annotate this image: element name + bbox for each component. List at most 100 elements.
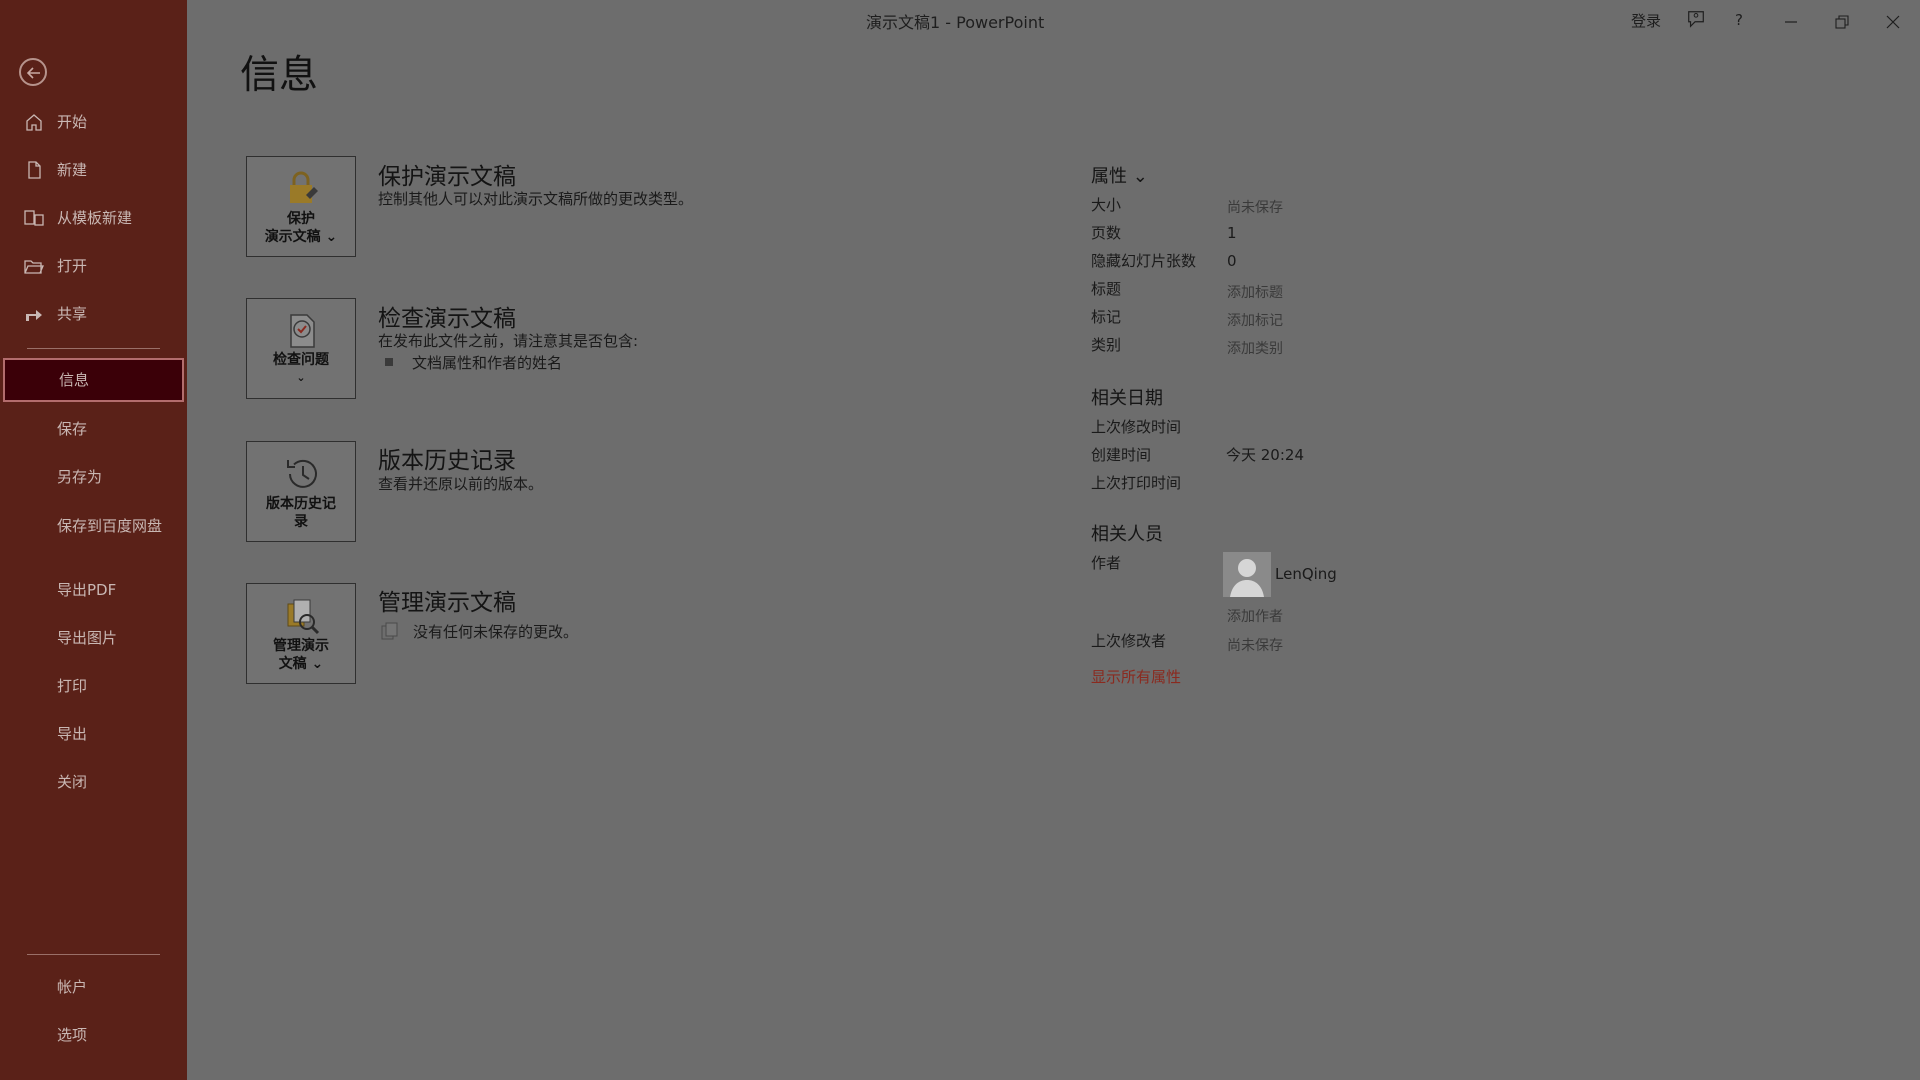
card-label: 版本历史记 [266, 496, 336, 512]
prop-value-pages: 1 [1227, 224, 1237, 242]
card-label: 演示文稿 ⌄ [264, 229, 338, 245]
prop-label-size: 大小 [1091, 196, 1122, 214]
prop-label-last-modified-by: 上次修改者 [1091, 632, 1167, 650]
document-stack-icon [381, 622, 398, 640]
backstage-sidebar: 开始 新建 从模板新建 打开 共享 信息 保存 另存为 保存到百度网盘 导出PD… [0, 0, 187, 1080]
nav-label: 从模板新建 [57, 209, 133, 227]
manage-presentation-button[interactable]: 管理演示 文稿 ⌄ [246, 583, 356, 684]
feedback-icon[interactable] [1685, 9, 1707, 29]
minimize-icon[interactable] [1783, 12, 1799, 32]
nav-save-to-baidu[interactable]: 保存到百度网盘 [0, 505, 187, 561]
prop-label-pages: 页数 [1091, 224, 1122, 242]
nav-label: 关闭 [57, 773, 88, 791]
nav-label: 另存为 [57, 468, 103, 486]
nav-info[interactable]: 信息 [3, 358, 184, 402]
manage-document-icon [287, 599, 320, 635]
nav-label: 保存 [57, 420, 88, 438]
related-dates-header: 相关日期 [1091, 388, 1163, 409]
prop-value-size: 尚未保存 [1227, 200, 1283, 216]
nav-label: 打印 [57, 677, 88, 695]
window-title: 演示文稿1 - PowerPoint [866, 13, 1045, 32]
nav-options[interactable]: 选项 [0, 1015, 187, 1055]
prop-label-author: 作者 [1091, 554, 1122, 572]
version-history-button[interactable]: 版本历史记 录 [246, 441, 356, 542]
nav-label: 导出PDF [57, 581, 117, 599]
card-title: 保护演示文稿 [378, 164, 516, 190]
author-name[interactable]: LenQing [1275, 565, 1337, 583]
prop-label-hidden-slides: 隐藏幻灯片张数 [1091, 252, 1197, 270]
share-icon [26, 310, 42, 321]
prop-label-created: 创建时间 [1091, 446, 1152, 464]
nav-label: 导出 [57, 725, 88, 743]
back-arrow-icon [26, 67, 40, 79]
card-label: 文稿 ⌄ [278, 656, 324, 672]
nav-save-as[interactable]: 另存为 [0, 457, 187, 497]
nav-label: 打开 [57, 257, 88, 275]
sidebar-divider [27, 954, 160, 955]
home-icon [26, 114, 42, 131]
person-icon [1230, 559, 1264, 597]
nav-label: 开始 [57, 113, 88, 131]
nav-from-template[interactable]: 从模板新建 [0, 198, 187, 238]
nav-home[interactable]: 开始 [0, 102, 187, 142]
page-title: 信息 [240, 53, 319, 98]
nav-save[interactable]: 保存 [0, 409, 187, 449]
nav-label: 帐户 [57, 978, 88, 996]
nav-account[interactable]: 帐户 [0, 967, 187, 1007]
card-label: 保护 [287, 211, 315, 227]
prop-value-title-input[interactable]: 添加标题 [1227, 282, 1283, 302]
inspect-document-icon [290, 314, 315, 348]
close-icon[interactable] [1885, 12, 1901, 32]
card-label: ⌄ [296, 371, 306, 384]
prop-value-tags-input[interactable]: 添加标记 [1227, 310, 1283, 330]
nav-share[interactable]: 共享 [0, 294, 187, 334]
nav-close[interactable]: 关闭 [0, 762, 187, 802]
nav-label: 新建 [57, 161, 88, 179]
nav-open[interactable]: 打开 [0, 246, 187, 286]
show-all-properties-link[interactable]: 显示所有属性 [1091, 666, 1181, 687]
prop-label-title: 标题 [1091, 280, 1122, 298]
nav-export-image[interactable]: 导出图片 [0, 618, 187, 658]
history-clock-icon [287, 459, 317, 488]
bullet-icon [385, 358, 393, 366]
prop-value-hidden-slides: 0 [1227, 252, 1237, 270]
prop-value-created: 今天 20:24 [1226, 446, 1304, 464]
prop-label-last-modified: 上次修改时间 [1091, 418, 1182, 436]
svg-text:?: ? [1735, 11, 1743, 29]
card-title: 管理演示文稿 [378, 590, 516, 616]
restore-icon[interactable] [1834, 12, 1850, 32]
nav-label: 选项 [57, 1026, 88, 1044]
nav-new[interactable]: 新建 [0, 150, 187, 190]
nav-label: 保存到百度网盘 [57, 517, 163, 535]
back-button[interactable] [19, 58, 47, 86]
card-label: 录 [294, 514, 308, 530]
nav-label: 信息 [59, 371, 90, 389]
related-people-header: 相关人员 [1091, 524, 1163, 545]
prop-value-last-modified-by: 尚未保存 [1227, 638, 1283, 654]
nav-print[interactable]: 打印 [0, 666, 187, 706]
help-icon[interactable]: ? [1731, 10, 1749, 30]
card-label: 管理演示 [273, 638, 329, 654]
protect-presentation-button[interactable]: 保护 演示文稿 ⌄ [246, 156, 356, 257]
card-description: 在发布此文件之前，请注意其是否包含: [378, 332, 639, 350]
sidebar-divider [27, 348, 160, 349]
nav-label: 共享 [57, 305, 88, 323]
nav-export-pdf[interactable]: 导出PDF [0, 570, 187, 610]
new-doc-icon [28, 161, 41, 179]
card-description: 控制其他人可以对此演示文稿所做的更改类型。 [378, 190, 694, 208]
check-issues-button[interactable]: 检查问题 ⌄ [246, 298, 356, 399]
prop-value-category-input[interactable]: 添加类别 [1227, 338, 1283, 358]
add-author-input[interactable]: 添加作者 [1227, 606, 1283, 626]
avatar [1223, 552, 1271, 597]
template-icon [24, 210, 44, 226]
card-description: 查看并还原以前的版本。 [378, 475, 544, 493]
open-folder-icon [24, 260, 44, 274]
nav-export[interactable]: 导出 [0, 714, 187, 754]
nav-label: 导出图片 [57, 629, 118, 647]
prop-label-category: 类别 [1091, 336, 1122, 354]
prop-label-last-printed: 上次打印时间 [1091, 474, 1182, 492]
bullet-text: 文档属性和作者的姓名 [412, 354, 563, 372]
card-title: 检查演示文稿 [378, 306, 516, 332]
signin-link[interactable]: 登录 [1631, 10, 1661, 30]
properties-dropdown[interactable]: 属性 ⌄ [1091, 162, 1148, 188]
